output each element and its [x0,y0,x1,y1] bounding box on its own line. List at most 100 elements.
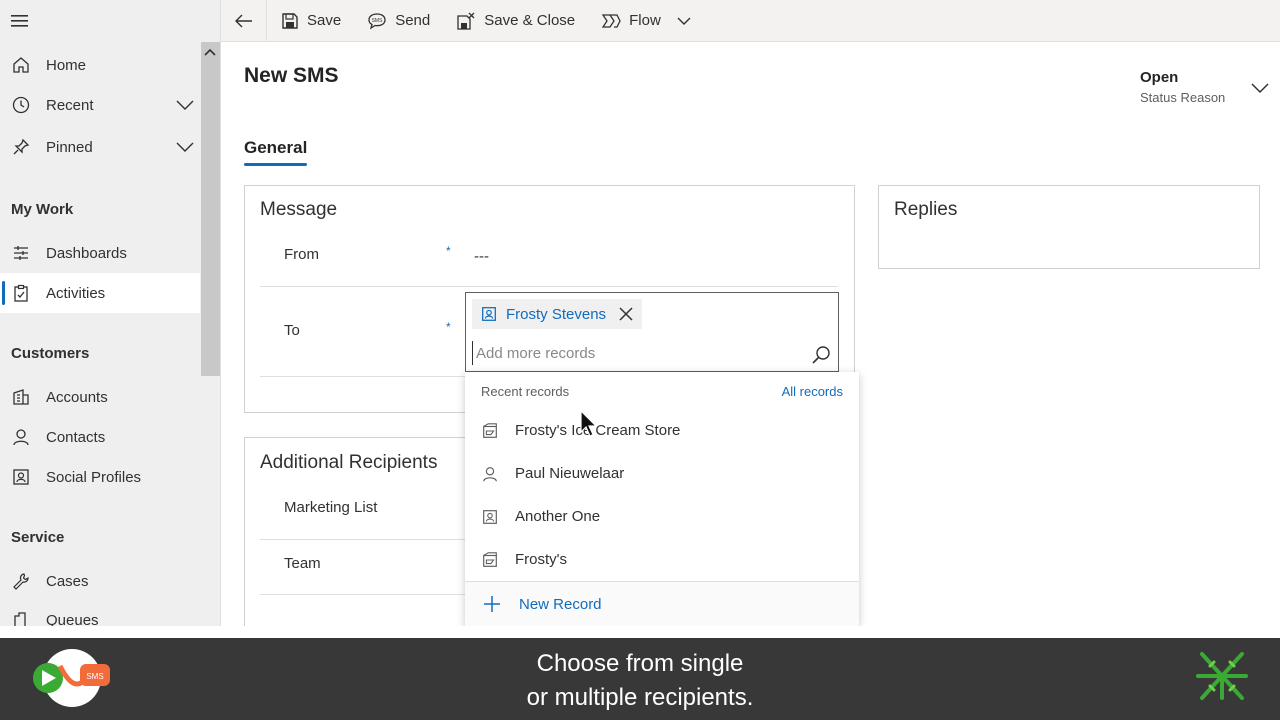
sidebar-item-label: Social Profiles [46,468,142,486]
from-field-label: From [284,246,319,263]
sidebar-item-queues[interactable]: Queues [0,600,200,626]
field-divider [260,286,838,287]
chevron-down-icon[interactable] [170,100,200,110]
nav-group-customers: Customers [11,345,90,362]
back-button[interactable] [221,0,267,42]
clipboard-icon [0,283,46,303]
sidebar-item-label: Cases [46,572,89,590]
queue-icon [0,610,46,626]
banner-gap [0,626,1280,638]
account-icon [0,387,46,407]
new-record-button[interactable]: New Record [465,581,859,626]
to-lookup-field[interactable]: Frosty Stevens [465,292,839,372]
sidebar-item-label: Pinned [46,138,93,156]
sidebar-item-home[interactable]: Home [0,45,200,85]
caption-line: Choose from single [536,650,744,677]
save-close-icon [457,12,475,30]
account-icon [465,422,515,440]
save-label: Save [307,12,342,29]
send-label: Send [395,12,431,29]
flow-button[interactable]: Flow [587,0,703,42]
list-item-label: Another One [515,508,601,525]
from-field-value[interactable]: --- [474,248,489,265]
replies-title: Replies [894,199,958,220]
dashboard-icon [0,243,46,263]
hamburger-menu-icon[interactable] [10,12,30,30]
sidebar-scrollbar[interactable] [201,42,220,376]
sidebar-item-contacts[interactable]: Contacts [0,417,200,457]
add-records-input[interactable] [472,341,802,365]
sidebar-item-social-profiles[interactable]: Social Profiles [0,457,200,497]
list-item[interactable]: Frosty's [465,538,859,581]
caption-text: Choose from single or multiple recipient… [340,647,940,715]
recipient-chip[interactable]: Frosty Stevens [472,299,642,329]
wrench-icon [0,571,46,591]
to-field-label: To [284,322,300,339]
recent-records-header: Recent records [481,384,570,399]
social-profile-icon [465,508,515,526]
svg-text:SMS: SMS [372,18,384,24]
flow-label: Flow [629,12,661,29]
status-reason-value: Open [1140,69,1179,86]
chevron-down-icon[interactable] [1250,82,1270,94]
sidebar-item-label: Recent [46,96,94,114]
arrow-left-icon [234,14,252,27]
team-label: Team [284,555,321,572]
field-divider [260,594,465,595]
sidebar-item-label: Contacts [46,428,106,446]
list-item[interactable]: Paul Nieuwelaar [465,452,859,495]
save-button[interactable]: Save [267,0,353,42]
chevron-down-icon[interactable] [677,17,691,25]
account-icon [465,551,515,569]
sidebar-item-pinned[interactable]: Pinned [0,127,200,167]
chevron-down-icon[interactable] [170,142,200,152]
new-record-label: New Record [519,595,602,613]
save-close-button[interactable]: Save & Close [442,0,587,42]
page-title: New SMS [244,64,339,87]
all-records-link[interactable]: All records [782,384,843,399]
send-button[interactable]: SMS Send [353,0,442,42]
clock-icon [0,95,46,115]
search-icon[interactable] [811,345,831,365]
pin-icon [0,137,46,157]
sms-icon: SMS [368,12,386,29]
required-marker: * [446,244,451,258]
floppy-disk-icon [282,12,298,29]
additional-recipients-title: Additional Recipients [260,452,438,473]
social-profile-icon [0,467,46,487]
sidebar-item-cases[interactable]: Cases [0,561,200,601]
scroll-up-icon[interactable] [203,46,217,58]
brand-logo-icon [1192,646,1252,706]
sidebar-item-label: Queues [46,611,99,627]
replies-card [878,185,1260,269]
home-icon [0,55,46,75]
tab-active-indicator [244,163,307,166]
field-divider [260,539,465,540]
field-divider [260,376,465,377]
plus-icon [465,595,519,613]
recipient-chip-label: Frosty Stevens [506,305,607,323]
list-item-label: Paul Nieuwelaar [515,465,625,482]
sidebar-item-accounts[interactable]: Accounts [0,377,200,417]
sidebar-item-label: Dashboards [46,244,127,262]
sidebar-item-label: Activities [46,284,106,302]
sms-brand-logo-icon: SMS [30,646,114,710]
mouse-cursor-icon [580,410,598,438]
sidebar-item-activities[interactable]: Activities [0,273,200,313]
list-item[interactable]: Another One [465,495,859,538]
contact-icon [465,465,515,483]
command-bar: Save SMS Send Save & Close Flow [221,0,1280,42]
sidebar-item-recent[interactable]: Recent [0,85,200,125]
social-profile-icon [482,307,496,321]
caption-line: or multiple recipients. [526,684,754,711]
svg-text:SMS: SMS [86,672,103,681]
list-item[interactable]: Frosty's Ice Cream Store [465,409,859,452]
status-reason-label: Status Reason [1140,90,1226,105]
save-close-label: Save & Close [484,12,576,29]
tab-general[interactable]: General [244,138,307,158]
nav-group-service: Service [11,529,65,546]
contact-icon [0,427,46,447]
nav-group-my-work: My Work [11,201,74,218]
sidebar-item-dashboards[interactable]: Dashboards [0,233,200,273]
close-icon[interactable] [618,306,634,322]
